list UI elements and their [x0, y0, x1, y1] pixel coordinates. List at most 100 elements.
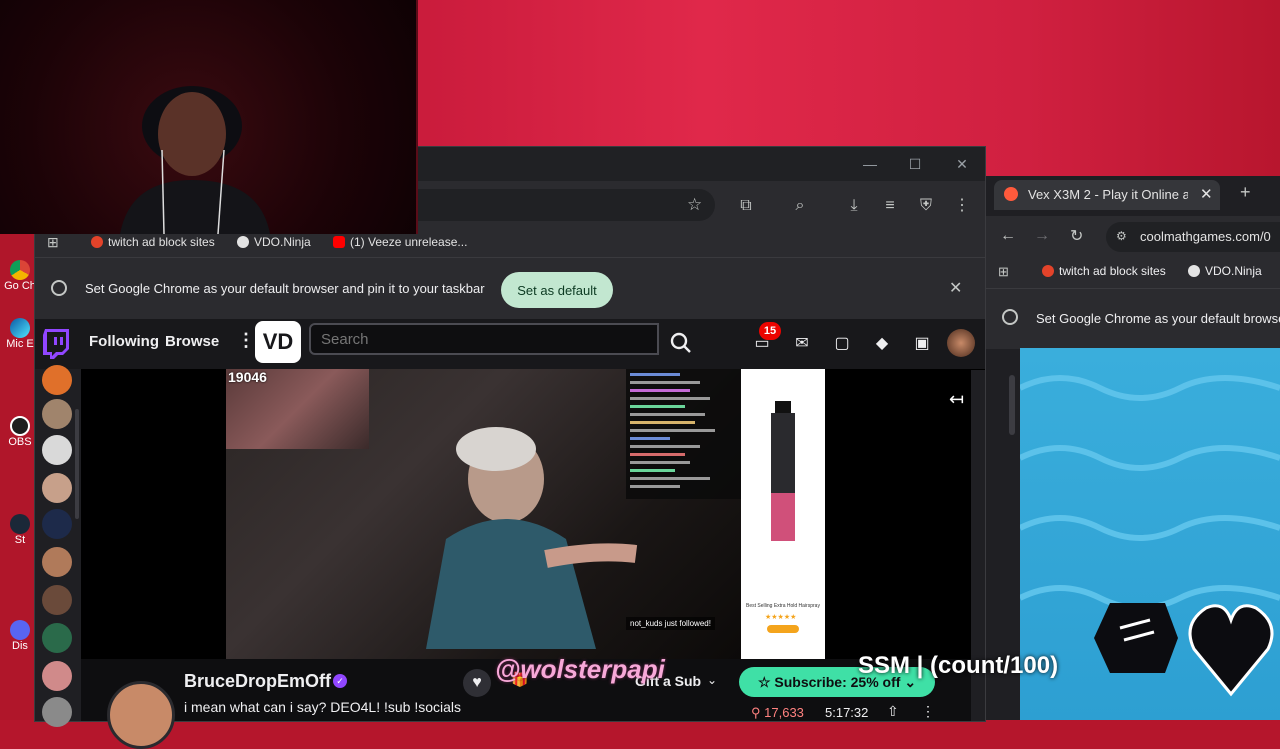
right-address-bar[interactable]: ⚙ coolmathgames.com/0	[1106, 222, 1280, 252]
channel-avatar[interactable]	[42, 585, 72, 615]
bookmark-favicon-icon	[1042, 265, 1054, 277]
twitch-search-input[interactable]	[309, 323, 659, 355]
chrome-logo-icon	[51, 280, 67, 296]
forward-arrow-icon[interactable]: →	[1034, 227, 1050, 245]
share-icon[interactable]: ⇧	[887, 703, 899, 720]
search-icon[interactable]	[663, 325, 699, 361]
ssm-counter: SSM | (count/100)	[858, 652, 1059, 679]
set-as-default-button[interactable]: Set as default	[501, 272, 613, 308]
right-bookmark-twitch-ad-block[interactable]: twitch ad block sites	[1042, 264, 1166, 278]
channel-avatar[interactable]	[42, 661, 72, 691]
bookmark-veeze-youtube[interactable]: (1) Veeze unrelease...	[333, 235, 467, 249]
collapse-chat-arrow-icon[interactable]: ↤	[949, 389, 964, 410]
sidebar-scrollbar[interactable]	[75, 409, 79, 519]
youtube-icon	[333, 236, 345, 248]
maximize-icon[interactable]: ☐	[900, 153, 930, 175]
desktop-icon-obs[interactable]: OBS	[2, 416, 38, 448]
channel-avatar[interactable]	[42, 473, 72, 503]
heart-logo-icon	[1188, 604, 1274, 697]
ninja-star-icon	[1188, 265, 1200, 277]
nav-browse-link[interactable]: Browse	[165, 333, 219, 350]
nav-following-link[interactable]: Following	[89, 333, 159, 350]
coolmath-favicon-icon	[1004, 187, 1018, 201]
bits-diamond-icon[interactable]: ◆	[871, 333, 893, 355]
chat-bubble-icon[interactable]: ▢	[831, 333, 853, 355]
extensions-icon[interactable]: ⧉	[735, 195, 757, 217]
ninja-star-icon	[237, 236, 249, 248]
tab-search-icon[interactable]: ⌕	[789, 195, 811, 217]
discord-icon	[10, 620, 30, 640]
channel-avatar[interactable]	[42, 547, 72, 577]
tab-close-icon[interactable]: ✕	[1200, 185, 1213, 203]
video-scene-figure	[426, 427, 638, 649]
right-default-browser-bar: Set Google Chrome as your default browse	[986, 288, 1280, 349]
site-info-icon[interactable]: ⚙	[1116, 229, 1127, 243]
ad-buy-button[interactable]	[767, 625, 799, 633]
user-avatar[interactable]	[947, 329, 975, 357]
menu-kebab-icon[interactable]: ⋮	[951, 195, 973, 217]
bookmark-star-icon[interactable]: ☆	[687, 195, 702, 215]
channel-avatar[interactable]	[42, 623, 72, 653]
bookmark-vdo-ninja[interactable]: VDO.Ninja	[237, 235, 311, 249]
tab-coolmath[interactable]: Vex X3M 2 - Play it Online at Co ✕	[994, 180, 1220, 210]
channel-avatar[interactable]	[42, 509, 72, 539]
bookmark-favicon-icon	[91, 236, 103, 248]
webcam-overlay	[0, 0, 418, 234]
desktop-icon-steam[interactable]: St	[2, 514, 38, 546]
notifications-count-badge: 15	[759, 322, 781, 340]
channel-avatar[interactable]	[42, 399, 72, 429]
close-window-icon[interactable]: ✕	[947, 153, 977, 175]
channel-avatar[interactable]	[42, 435, 72, 465]
hairspray-can-image	[771, 401, 795, 541]
followed-channels-sidebar	[35, 365, 81, 727]
edge-icon	[10, 318, 30, 338]
logo-cube-icon	[1094, 603, 1178, 673]
twitch-logo-icon[interactable]	[43, 329, 69, 359]
prime-loot-icon[interactable]: ▣	[911, 333, 933, 355]
verified-badge-icon: ✓	[333, 674, 347, 688]
reload-icon[interactable]: ↻	[1070, 226, 1083, 246]
media-controls-icon[interactable]: ≡	[879, 195, 901, 217]
amazon-ad-panel[interactable]: Best Selling Extra Hold Hairspray ★★★★★	[741, 369, 825, 659]
chevron-down-icon[interactable]: ⌄	[707, 673, 717, 687]
default-browser-bar: Set Google Chrome as your default browse…	[35, 257, 985, 320]
page-scrollbar[interactable]	[1009, 375, 1015, 435]
channel-avatar[interactable]	[42, 697, 72, 727]
viewer-count: ⚲ 17,633	[751, 705, 804, 720]
right-bookmarks-bar: ⊞ twitch ad block sites VDO.Ninja	[986, 258, 1280, 288]
apps-grid-icon[interactable]: ⊞	[998, 264, 1009, 280]
apps-grid-icon[interactable]: ⊞	[47, 234, 59, 251]
minimize-icon[interactable]: —	[855, 153, 885, 175]
stream-video[interactable]: 19046 not_kuds just followed!	[226, 369, 741, 659]
vd-extension-logo[interactable]: VD	[255, 321, 301, 363]
obs-icon	[10, 416, 30, 436]
right-bookmark-vdo-ninja[interactable]: VDO.Ninja	[1188, 264, 1262, 278]
streamer-name[interactable]: BruceDropEmOff	[184, 671, 331, 692]
follow-heart-icon[interactable]: ♥	[463, 669, 491, 697]
desktop-icon-edge[interactable]: Mic E	[2, 318, 38, 350]
shield-extension-icon[interactable]: ⛨	[915, 195, 937, 217]
back-arrow-icon[interactable]: ←	[1000, 227, 1016, 245]
webcam-person	[120, 86, 270, 234]
whispers-mail-icon[interactable]: ✉	[791, 333, 813, 355]
new-tab-plus-icon[interactable]: +	[1240, 182, 1251, 203]
stream-title: i mean what can i say? DEO4L! !sub !soci…	[184, 699, 462, 715]
twitch-top-nav: Following Browse ⋮ VD ▭ 15 ✉ ▢ ◆ ▣	[35, 319, 985, 370]
steam-icon	[10, 514, 30, 534]
chrome-icon	[10, 260, 30, 280]
rating-stars-icon: ★★★★★	[765, 614, 797, 621]
star-icon: ☆	[757, 673, 771, 690]
more-options-icon[interactable]: ⋮	[921, 703, 935, 720]
more-kebab-icon[interactable]: ⋮	[237, 330, 255, 351]
download-icon[interactable]: ⤓	[843, 195, 865, 217]
bookmark-twitch-ad-block[interactable]: twitch ad block sites	[91, 235, 215, 249]
dismiss-close-icon[interactable]: ✕	[949, 278, 962, 298]
stream-uptime: 5:17:32	[825, 705, 869, 720]
right-toolbar: ← → ↻ ⚙ coolmathgames.com/0	[986, 216, 1280, 258]
chrome-logo-icon	[1002, 309, 1018, 325]
desktop-icon-discord[interactable]: Dis	[2, 620, 38, 652]
streamer-avatar[interactable]	[107, 681, 175, 749]
desktop-icon-chrome[interactable]: Go Ch	[2, 260, 38, 292]
video-player[interactable]: 19046 not_kuds just followed! Best Selli…	[81, 369, 1015, 659]
channel-avatar[interactable]	[42, 365, 72, 395]
